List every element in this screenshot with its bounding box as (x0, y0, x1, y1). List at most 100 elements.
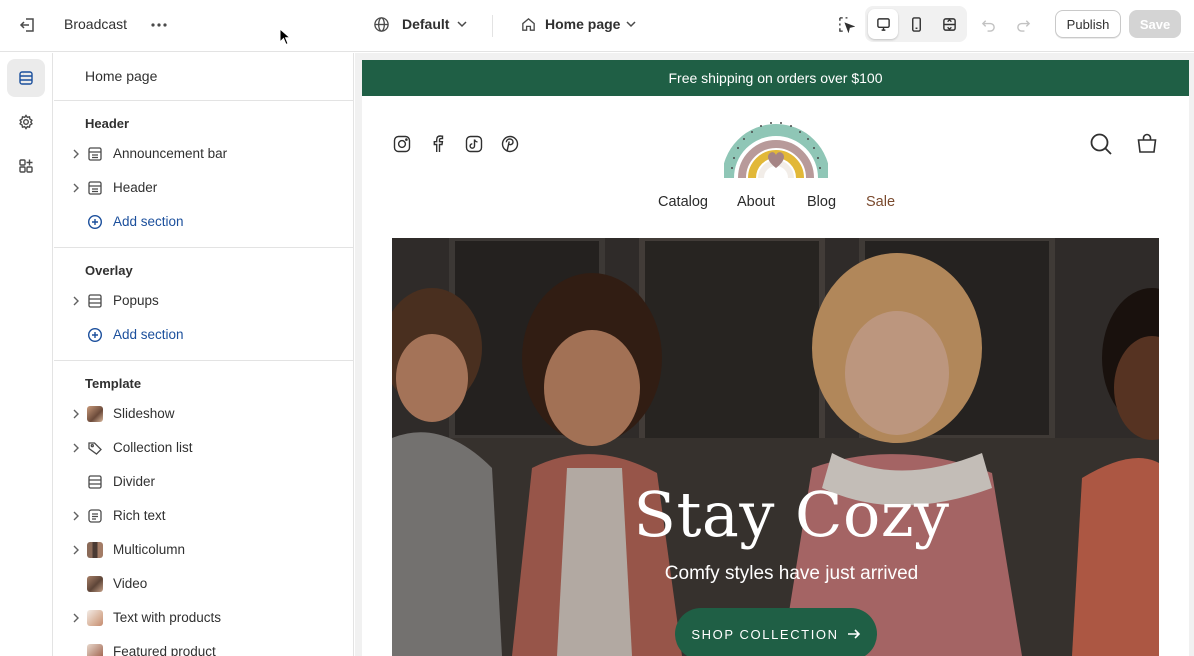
desktop-view-button[interactable] (868, 9, 898, 39)
hero-subtitle: Comfy styles have just arrived (664, 563, 919, 584)
topbar-divider (492, 15, 493, 37)
fullscreen-view-button[interactable] (934, 9, 964, 39)
home-icon (518, 14, 538, 34)
section-item-popups[interactable]: Popups (54, 286, 353, 316)
pinterest-icon[interactable] (500, 134, 520, 154)
tag-icon (88, 442, 102, 455)
plus-circle-icon (87, 214, 103, 230)
section-label: Text with products (113, 610, 222, 625)
nav-link-about[interactable]: About (737, 194, 775, 210)
section-item-text-with-products[interactable]: Text with products (54, 603, 353, 633)
tiktok-icon[interactable] (464, 134, 484, 154)
section-item-featured-product[interactable]: Featured product (54, 637, 353, 656)
chevron-right-icon[interactable] (70, 148, 82, 160)
section-label: Video (113, 576, 148, 591)
theme-settings-nav-button[interactable] (7, 103, 45, 141)
shop-collection-button[interactable]: SHOP COLLECTION (675, 608, 877, 656)
section-label: Popups (113, 293, 159, 308)
video-thumbnail-icon (87, 576, 103, 592)
exit-icon[interactable] (17, 14, 39, 36)
chevron-down-icon[interactable] (624, 17, 638, 31)
layout-popup-icon (88, 294, 102, 308)
plus-circle-icon (87, 327, 103, 343)
page-selector[interactable]: Home page (545, 16, 620, 32)
mobile-view-button[interactable] (901, 9, 931, 39)
section-label: Featured product (113, 644, 216, 656)
section-item-slideshow[interactable]: Slideshow (54, 399, 353, 429)
editor-topbar: Broadcast Default Home page Publish Save (0, 0, 1194, 52)
section-label: Divider (113, 474, 156, 489)
store-logo[interactable] (724, 106, 828, 180)
section-item-rich-text[interactable]: Rich text (54, 501, 353, 531)
more-actions-icon[interactable] (148, 14, 170, 36)
group-overlay-label: Overlay (85, 263, 133, 278)
section-label: Announcement bar (113, 146, 228, 161)
chevron-right-icon[interactable] (70, 510, 82, 522)
section-item-divider[interactable]: Divider (54, 467, 353, 497)
chevron-right-icon[interactable] (70, 612, 82, 624)
chevron-right-icon[interactable] (70, 182, 82, 194)
nav-link-blog[interactable]: Blog (807, 194, 836, 210)
storefront-preview[interactable]: Free shipping on orders over $100 Catalo… (362, 60, 1189, 656)
add-section-header-button[interactable]: Add section (54, 207, 353, 237)
add-section-label: Add section (113, 327, 184, 342)
divider (54, 360, 353, 361)
editor-rail (0, 53, 53, 656)
facebook-icon[interactable] (428, 134, 448, 154)
layout-header-icon (88, 181, 102, 195)
section-item-collection-list[interactable]: Collection list (54, 433, 353, 463)
shop-collection-label: SHOP COLLECTION (691, 626, 839, 642)
cart-icon[interactable] (1136, 132, 1158, 154)
slideshow-thumbnail-icon (87, 406, 103, 422)
device-toggle-group (865, 6, 967, 42)
layout-divider-icon (88, 475, 102, 489)
section-item-video[interactable]: Video (54, 569, 353, 599)
nav-link-sale[interactable]: Sale (866, 194, 895, 210)
globe-icon (371, 14, 391, 34)
instagram-icon[interactable] (392, 134, 412, 154)
hero-slideshow[interactable]: Stay Cozy Comfy styles have just arrived… (392, 238, 1159, 656)
chevron-down-icon[interactable] (455, 17, 469, 31)
chevron-right-icon[interactable] (70, 544, 82, 556)
search-icon[interactable] (1089, 132, 1113, 156)
inspector-icon[interactable] (835, 13, 857, 35)
divider (54, 247, 353, 248)
section-label: Slideshow (113, 406, 175, 421)
sections-nav-button[interactable] (7, 59, 45, 97)
section-item-multicolumn[interactable]: Multicolumn (54, 535, 353, 565)
nav-link-catalog[interactable]: Catalog (658, 194, 708, 210)
store-name: Broadcast (64, 16, 128, 32)
group-template-label: Template (85, 376, 142, 391)
divider (54, 100, 353, 101)
announcement-bar: Free shipping on orders over $100 (362, 60, 1189, 96)
group-header-label: Header (85, 116, 130, 131)
theme-selector[interactable]: Default (402, 16, 449, 32)
section-item-header[interactable]: Header (54, 173, 353, 203)
layout-header-icon (88, 147, 102, 161)
apps-icon (19, 159, 33, 173)
save-button[interactable]: Save (1129, 10, 1181, 38)
sidebar-title: Home page (85, 68, 158, 84)
gear-icon (19, 114, 33, 130)
arrow-right-icon (847, 629, 860, 639)
featured-product-thumbnail-icon (87, 644, 103, 656)
section-label: Header (113, 180, 158, 195)
sections-icon (19, 71, 33, 85)
chevron-right-icon[interactable] (70, 295, 82, 307)
publish-button[interactable]: Publish (1055, 10, 1121, 38)
undo-icon[interactable] (978, 14, 998, 34)
sections-sidebar: Home page Header Announcement bar Header… (54, 53, 354, 656)
text-block-icon (88, 509, 102, 523)
chevron-right-icon[interactable] (70, 408, 82, 420)
add-section-overlay-button[interactable]: Add section (54, 320, 353, 350)
hero-image (392, 238, 1159, 656)
section-item-announcement-bar[interactable]: Announcement bar (54, 139, 353, 169)
section-label: Collection list (113, 440, 193, 455)
section-label: Rich text (113, 508, 166, 523)
redo-icon[interactable] (1013, 14, 1033, 34)
apps-nav-button[interactable] (7, 147, 45, 185)
hero-title: Stay Cozy (633, 478, 950, 551)
add-section-label: Add section (113, 214, 184, 229)
chevron-right-icon[interactable] (70, 442, 82, 454)
text-with-products-thumbnail-icon (87, 610, 103, 626)
